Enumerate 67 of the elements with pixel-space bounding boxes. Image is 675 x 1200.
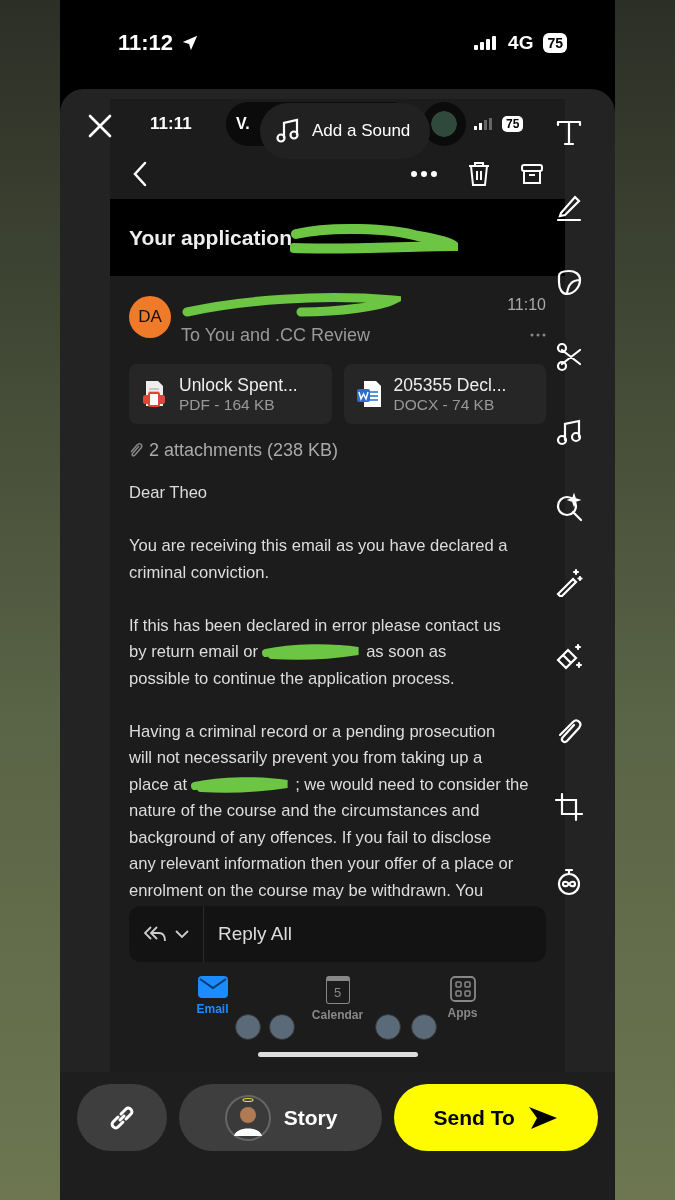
- send-to-button[interactable]: Send To: [394, 1084, 598, 1151]
- signal-icon: [474, 35, 499, 50]
- email-subject: Your application: [129, 225, 292, 250]
- body-text: criminal conviction.: [129, 561, 270, 584]
- body-text: possible to continue the application process.: [129, 667, 455, 690]
- body-text: any relevant information then your offer of a place or: [129, 853, 514, 875]
- body-text: Having a criminal record or a pending prosecution: [129, 720, 496, 743]
- body-text: If this has been declared in error please contact us: [129, 614, 501, 637]
- attachment-card[interactable]: 205355 Decl... DOCX - 74 KB: [343, 364, 546, 424]
- nav-tab[interactable]: 5 Calendar: [297, 976, 378, 1050]
- archive-icon[interactable]: [521, 163, 543, 185]
- reply-all-icon: [143, 925, 167, 943]
- status-time: 11:11: [150, 114, 193, 134]
- body-text: enrolment on the course may be withdrawn. You: [129, 879, 484, 902]
- status-time: 11:12: [118, 29, 174, 56]
- search-star-tool-icon[interactable]: [554, 492, 584, 522]
- music-note-icon: [276, 118, 300, 144]
- body-text: You are receiving this email as you have declared a: [129, 535, 508, 557]
- nav-tab[interactable]: Apps: [422, 976, 503, 1050]
- envelope-icon: [197, 976, 228, 998]
- network-label: 4G: [508, 31, 534, 54]
- attachment-card[interactable]: Unlock Spent... PDF - 164 KB: [129, 364, 332, 424]
- sender-avatar: DA: [129, 296, 171, 338]
- body-text: Dear Theo: [129, 482, 208, 504]
- friend-avatar[interactable]: [411, 1014, 437, 1040]
- more-icon[interactable]: [411, 171, 437, 177]
- wand-tool-icon[interactable]: [554, 567, 584, 597]
- paperclip-icon: [129, 441, 143, 459]
- avatar-icon: [223, 1093, 272, 1142]
- battery-level: 75: [502, 116, 524, 132]
- friend-avatar[interactable]: [235, 1014, 261, 1040]
- story-button[interactable]: Story: [178, 1084, 383, 1151]
- friend-avatar[interactable]: [269, 1014, 295, 1040]
- body-text: as soon as: [366, 641, 447, 663]
- reply-all-button[interactable]: Reply All: [204, 906, 292, 962]
- battery-level: 75: [543, 32, 567, 53]
- crop-tool-icon[interactable]: [554, 792, 584, 822]
- nav-tab[interactable]: Email: [172, 976, 253, 1050]
- attachment-size: PDF - 164 KB: [179, 395, 276, 414]
- send-arrow-icon: [526, 1104, 559, 1131]
- trash-icon[interactable]: [467, 161, 491, 187]
- attachment-name: 205355 Decl...: [393, 374, 507, 396]
- message-time: 11:10: [507, 296, 546, 314]
- app-label: V.: [236, 115, 250, 133]
- body-text: ; we would need to consider the: [295, 773, 529, 796]
- apps-grid-icon: [449, 976, 476, 1002]
- media-thumbnail-icon: [422, 102, 466, 146]
- signal-icon: [474, 118, 494, 130]
- attachment-name: Unlock Spent...: [179, 374, 298, 396]
- friend-avatar[interactable]: [375, 1014, 401, 1040]
- attachments-summary: 2 attachments (238 KB): [149, 439, 339, 461]
- add-sound-button[interactable]: Add a Sound: [260, 103, 431, 159]
- pdf-file-icon: [141, 380, 167, 408]
- recipients: To You and .CC Review: [181, 324, 371, 346]
- body-text: by return email or: [129, 641, 259, 663]
- eraser-tool-icon[interactable]: [554, 642, 584, 672]
- music-tool-icon[interactable]: [554, 417, 584, 447]
- body-text: will not necessarily prevent you from taking up a: [129, 747, 483, 769]
- attachment-size: DOCX - 74 KB: [393, 395, 496, 414]
- body-text: place at: [129, 773, 188, 796]
- back-icon[interactable]: [132, 161, 148, 187]
- body-text: background of any offences. If you fail to disclose: [129, 826, 492, 849]
- word-file-icon: [355, 380, 382, 408]
- body-text: nature of the course and the circumstances and: [129, 800, 480, 822]
- scissors-tool-icon[interactable]: [554, 342, 584, 372]
- location-arrow-icon: [181, 33, 200, 52]
- chevron-down-icon: [175, 930, 189, 938]
